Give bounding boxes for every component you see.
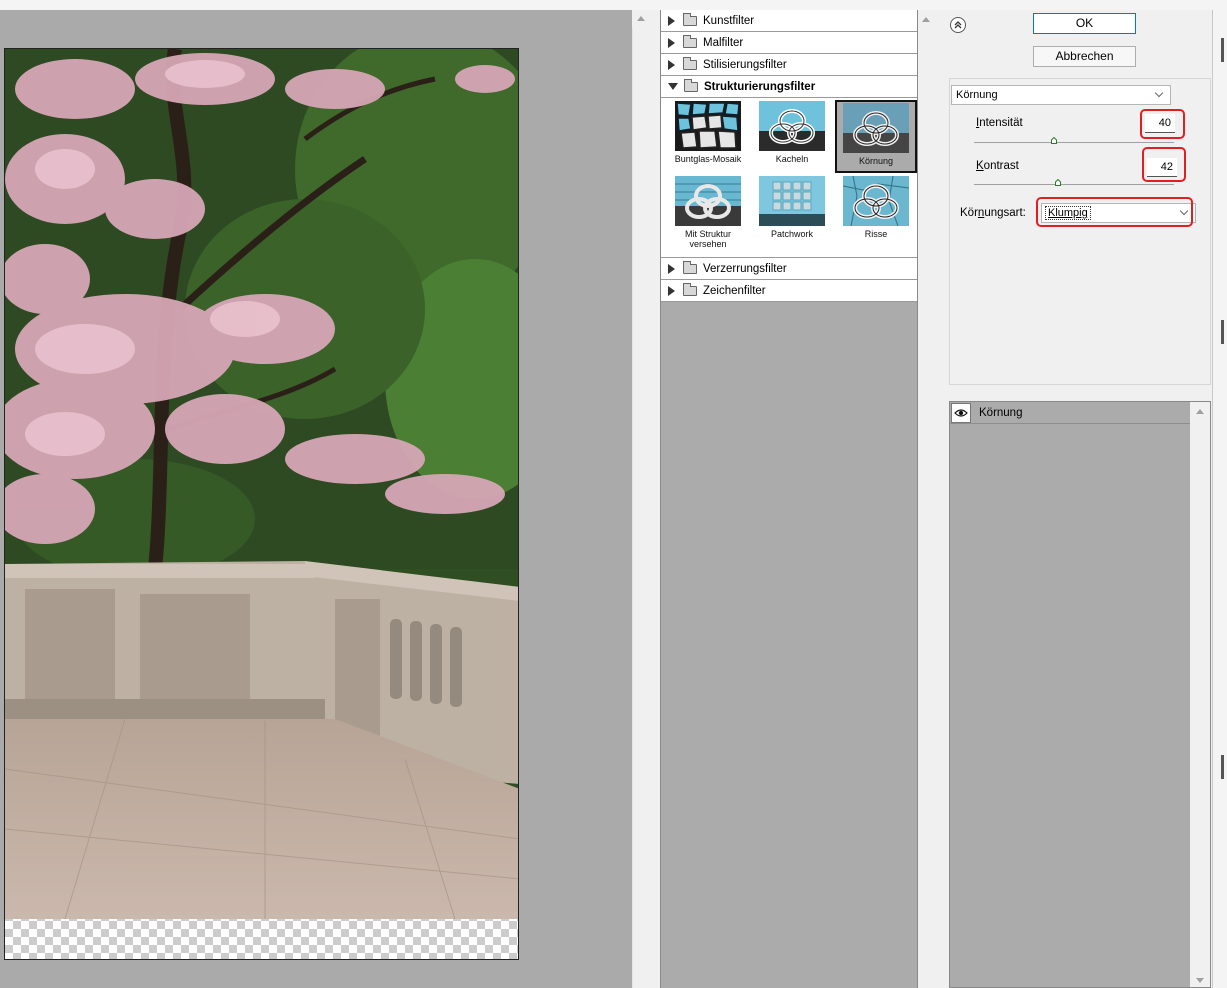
folder-icon [683,34,697,48]
expand-triangle-icon[interactable] [668,263,675,274]
preview-pane[interactable] [0,10,632,988]
filter-select[interactable]: Körnung [951,85,1171,105]
cancel-button[interactable]: Abbrechen [1033,46,1136,67]
preview-scrollbar[interactable] [632,10,660,988]
filter-koernung[interactable]: Körnung [835,100,917,173]
buntglas-mosaik-thumbnail [675,101,741,151]
layers-scrollbar[interactable] [1190,402,1210,987]
eye-icon[interactable] [951,402,971,423]
folder-icon [683,12,697,26]
expand-triangle-icon[interactable] [668,37,675,48]
expand-triangle-icon[interactable] [668,15,675,26]
intensity-slider[interactable] [974,142,1174,143]
eye-visibility-icon [954,408,968,417]
filter-label: Risse [864,228,888,239]
collapse-gallery-icon[interactable] [950,17,966,33]
filter-kacheln[interactable]: Kacheln [751,100,833,173]
scroll-up-arrow-icon[interactable] [922,17,930,22]
grain-type-label: Körnungsart: [960,207,1026,219]
filter-label: Kacheln [775,154,809,164]
intensity-slider-thumb[interactable] [1051,137,1057,144]
grain-type-highlight [1036,197,1193,227]
category-label: Stilisierungsfilter [703,58,787,71]
effect-layers-panel: Körnung [949,401,1211,988]
contrast-label: Kontrast [976,160,1019,172]
category-label: Strukturierungsfilter [704,80,816,93]
contrast-label-rest: ontrast [983,160,1019,172]
mit-struktur-versehen-thumbnail [675,175,741,226]
category-verzerrungsfilter[interactable]: Verzerrungsfilter [661,258,917,280]
category-strukturierungsfilter[interactable]: Strukturierungsfilter [661,76,917,98]
category-kunstfilter[interactable]: Kunstfilter [661,10,917,32]
folder-icon [683,260,697,274]
expand-triangle-icon[interactable] [668,59,675,70]
folder-icon [683,56,697,70]
scroll-up-arrow-icon[interactable] [1196,409,1204,414]
edge-divider [1221,38,1224,62]
double-chevron-up-icon [954,21,962,29]
effect-layer-row[interactable]: Körnung [950,402,1190,424]
kacheln-thumbnail [759,101,825,151]
intensity-highlight [1140,109,1185,139]
expand-triangle-icon[interactable] [668,285,675,296]
ok-button[interactable]: OK [1033,13,1136,34]
effect-layer-label: Körnung [979,406,1023,419]
filter-patchwork[interactable]: Patchwork [751,175,833,254]
patchwork-thumbnail [759,175,825,226]
edge-divider [1221,755,1224,779]
filter-label: Mit Struktur versehen [684,228,731,249]
top-strip [0,0,1227,10]
filter-buntglas-mosaik[interactable]: Buntglas-Mosaik [667,100,749,173]
contrast-highlight [1142,147,1186,182]
category-label: Verzerrungsfilter [703,262,787,275]
filter-label: Buntglas-Mosaik [674,154,742,164]
scroll-up-arrow-icon[interactable] [632,10,649,28]
category-malfilter[interactable]: Malfilter [661,32,917,54]
intensity-label-rest: ntensität [979,117,1023,129]
contrast-slider[interactable] [974,184,1174,185]
slider-thumb-icon [1055,179,1061,186]
contrast-slider-thumb[interactable] [1055,179,1061,186]
folder-icon [683,282,697,296]
intensity-label: Intensität [976,117,1023,129]
garden-terrace-photo [5,49,518,959]
settings-panel: OK Abbrechen Körnung Intensität 40 Kontr… [940,10,1227,988]
category-zeichenfilter[interactable]: Zeichenfilter [661,280,917,302]
grain-type-label-prefix: Kör [960,207,978,219]
filter-risse[interactable]: Risse [835,175,917,254]
scroll-down-arrow-icon[interactable] [1196,978,1204,983]
category-label: Kunstfilter [703,14,755,27]
category-stilisierungsfilter[interactable]: Stilisierungsfilter [661,54,917,76]
grain-type-label-rest: ungsart: [984,207,1026,219]
koernung-thumbnail [843,103,909,153]
filter-label: Patchwork [770,228,814,239]
collapse-triangle-icon[interactable] [668,83,678,90]
category-label: Zeichenfilter [703,284,766,297]
filter-category-list: Kunstfilter Malfilter Stilisierungsfilte… [660,10,918,988]
filter-select-value: Körnung [956,89,998,101]
filter-label: Körnung [858,156,894,166]
contrast-label-accesskey: K [976,160,984,172]
slider-thumb-icon [1051,137,1057,144]
window-edge [1212,10,1227,988]
category-label: Malfilter [703,36,744,49]
filter-thumbnail-grid: Buntglas-Mosaik Kacheln Körnung Mit Stru… [661,98,917,258]
chevron-down-icon [1154,88,1164,98]
filter-mit-struktur-versehen[interactable]: Mit Struktur versehen [667,175,749,254]
preview-image [4,48,519,960]
risse-thumbnail [843,175,909,226]
edge-divider [1221,320,1224,344]
gallery-scrollbar[interactable] [918,10,940,988]
open-folder-icon [684,78,698,92]
preview-scroll-track[interactable] [632,28,649,988]
filter-gallery: Kunstfilter Malfilter Stilisierungsfilte… [660,10,940,988]
